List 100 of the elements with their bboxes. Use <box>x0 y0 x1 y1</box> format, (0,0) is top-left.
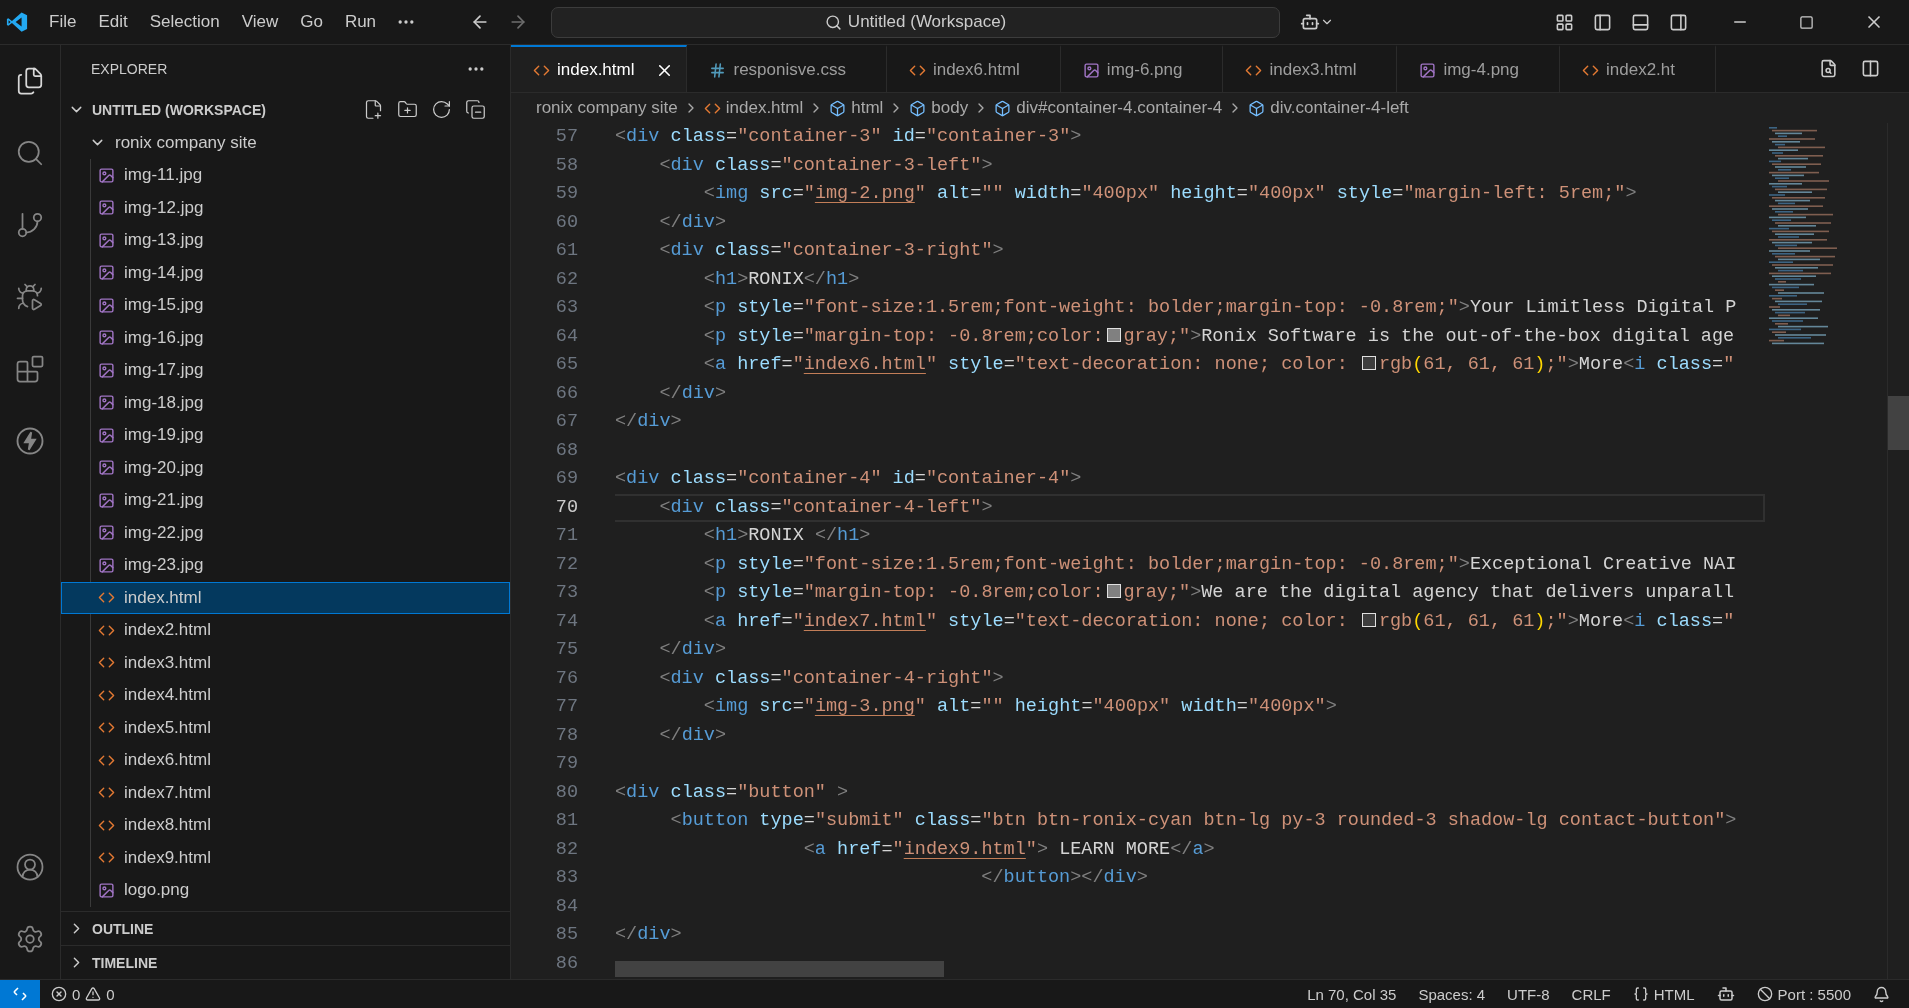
breadcrumb-item[interactable]: ronix company site <box>536 98 678 118</box>
breadcrumb-item[interactable]: div#container-4.container-4 <box>1016 98 1223 118</box>
line-number: 72 <box>554 552 578 577</box>
menu-item[interactable]: Selection <box>138 6 231 38</box>
menu-item[interactable]: Go <box>289 6 334 38</box>
line-number: 73 <box>554 581 578 605</box>
breadcrumb-item[interactable]: body <box>931 98 969 118</box>
image-icon <box>98 459 115 477</box>
lightning-icon <box>15 426 45 456</box>
code-line: <div class="container-4-right"> <box>658 666 1005 691</box>
code-line: <a href="index9.html"> LEARN MORE</a> <box>802 837 1216 862</box>
line-number: 81 <box>554 809 578 833</box>
warning-icon <box>85 986 102 1002</box>
menu-item[interactable]: File <box>38 6 88 38</box>
menu-item[interactable]: View <box>230 6 290 38</box>
status-item[interactable]: UTF-8 <box>1496 980 1561 1008</box>
status-item[interactable]: CRLF <box>1560 980 1622 1008</box>
line-number: 78 <box>554 723 578 748</box>
code-line: <h1>RONIX </h1> <box>702 524 872 548</box>
command-center[interactable]: Untitled (Workspace) <box>551 6 1281 38</box>
remote-icon <box>12 986 28 1002</box>
cube-icon <box>829 99 847 117</box>
image-icon <box>98 231 115 249</box>
image-icon <box>98 296 115 314</box>
explorer-entry[interactable]: index.html <box>61 581 510 614</box>
files-icon <box>15 66 45 96</box>
image-icon <box>98 426 115 444</box>
breadcrumb-item[interactable]: index.html <box>725 98 804 118</box>
code-line: </div> <box>658 723 728 748</box>
line-number: 68 <box>554 438 578 463</box>
image-icon <box>98 329 115 347</box>
workspace-header[interactable]: UNTITLED (WORKSPACE) <box>61 93 510 126</box>
port-button[interactable]: Port : 5500 <box>1745 980 1862 1008</box>
new-folder-icon[interactable] <box>397 99 418 120</box>
status-item[interactable]: Spaces: 4 <box>1407 980 1497 1008</box>
editor-tab[interactable]: index.html <box>511 45 688 92</box>
code-line: </div> <box>615 410 683 434</box>
menu-item[interactable]: Edit <box>87 6 139 38</box>
line-number: 80 <box>554 780 578 805</box>
problems-button[interactable]: 0 0 <box>40 980 126 1008</box>
line-number: 84 <box>554 894 578 919</box>
menu-item[interactable]: Run <box>333 6 388 38</box>
code-line: <button type="submit" class="btn btn-ronix-cyan btn-lg py-3 rounded-3 shadow-lg contact-button"> <box>669 809 1738 833</box>
breadcrumb-item[interactable]: html <box>851 98 884 118</box>
code-line: <div class="container-3-left"> <box>658 153 994 178</box>
horizontal-scrollbar[interactable] <box>615 961 944 977</box>
code-line: </div> <box>658 381 728 406</box>
image-icon <box>98 361 115 379</box>
line-number: 59 <box>554 182 578 206</box>
code-line: <img src="img-2.png" alt="" width="400px" height="400px" style="margin-left: 5rem;"> <box>702 182 1638 206</box>
image-icon <box>98 491 115 509</box>
line-number: 74 <box>554 609 578 634</box>
sidebar-title: EXPLORER <box>91 61 168 77</box>
code-line: </button></div> <box>980 866 1149 890</box>
line-number: 86 <box>554 951 578 976</box>
extensions-icon <box>15 354 45 384</box>
code-line: <h1>RONIX</h1> <box>702 267 861 292</box>
line-number: 65 <box>554 353 578 377</box>
code-line: </div> <box>658 638 728 662</box>
section-header[interactable]: TIMELINE <box>61 945 510 979</box>
search-icon <box>824 13 842 31</box>
line-number: 63 <box>554 296 578 320</box>
new-file-icon[interactable] <box>363 99 384 120</box>
section-header[interactable]: OUTLINE <box>61 911 510 945</box>
cube-icon <box>909 99 927 117</box>
status-item[interactable]: Ln 70, Col 35 <box>1296 980 1408 1008</box>
refresh-icon[interactable] <box>431 99 452 120</box>
settings-icon <box>15 924 45 954</box>
line-number: 69 <box>554 467 578 491</box>
line-number: 83 <box>554 866 578 890</box>
code-line: <p style="font-size:1.5rem;font-weight: bolder;margin-top: -0.8rem;">Exceptional Creative NAI <box>702 552 1738 577</box>
line-number: 71 <box>554 524 578 548</box>
image-icon <box>98 556 115 574</box>
code-line: <a href="index7.html" style="text-decoration: none; color: rgb(61, 61, 61);">More<i class=" <box>702 609 1736 634</box>
image-icon <box>98 166 115 184</box>
image-icon <box>98 394 115 412</box>
cube-icon <box>1248 99 1266 117</box>
code-line: <a href="index6.html" style="text-decoration: none; color: rgb(61, 61, 61);">More<i class=" <box>702 353 1736 377</box>
line-number: 76 <box>554 666 578 691</box>
line-number: 66 <box>554 381 578 406</box>
search-icon <box>15 138 45 168</box>
language-button[interactable]: HTML <box>1621 980 1706 1008</box>
line-number: 82 <box>554 837 578 862</box>
image-icon <box>1419 61 1437 79</box>
image-icon <box>98 199 115 217</box>
code-line: <p style="font-size:1.5rem;font-weight: bolder;margin-top: -0.8rem;">Your Limitless Digital P <box>702 296 1738 320</box>
code-line: <div class="container-3" id="container-3"> <box>615 125 1083 149</box>
braces-icon <box>1632 986 1649 1002</box>
scrollbar-thumb[interactable] <box>1888 396 1909 450</box>
line-number: 61 <box>554 239 578 263</box>
code-line: <div class="container-4-left"> <box>615 493 1765 522</box>
hash-icon <box>709 61 727 79</box>
line-number: 62 <box>554 267 578 292</box>
breadcrumb-item[interactable]: div.container-4-left <box>1270 98 1409 118</box>
code-line: <div class="container-3-right"> <box>658 239 1005 263</box>
collapse-icon[interactable] <box>465 99 486 120</box>
branch-icon <box>15 210 45 240</box>
code-line: <img src="img-3.png" alt="" height="400px" width="400px"> <box>702 695 1338 719</box>
line-number: 67 <box>554 410 578 434</box>
folder-entry[interactable]: ronix company site <box>61 126 510 159</box>
